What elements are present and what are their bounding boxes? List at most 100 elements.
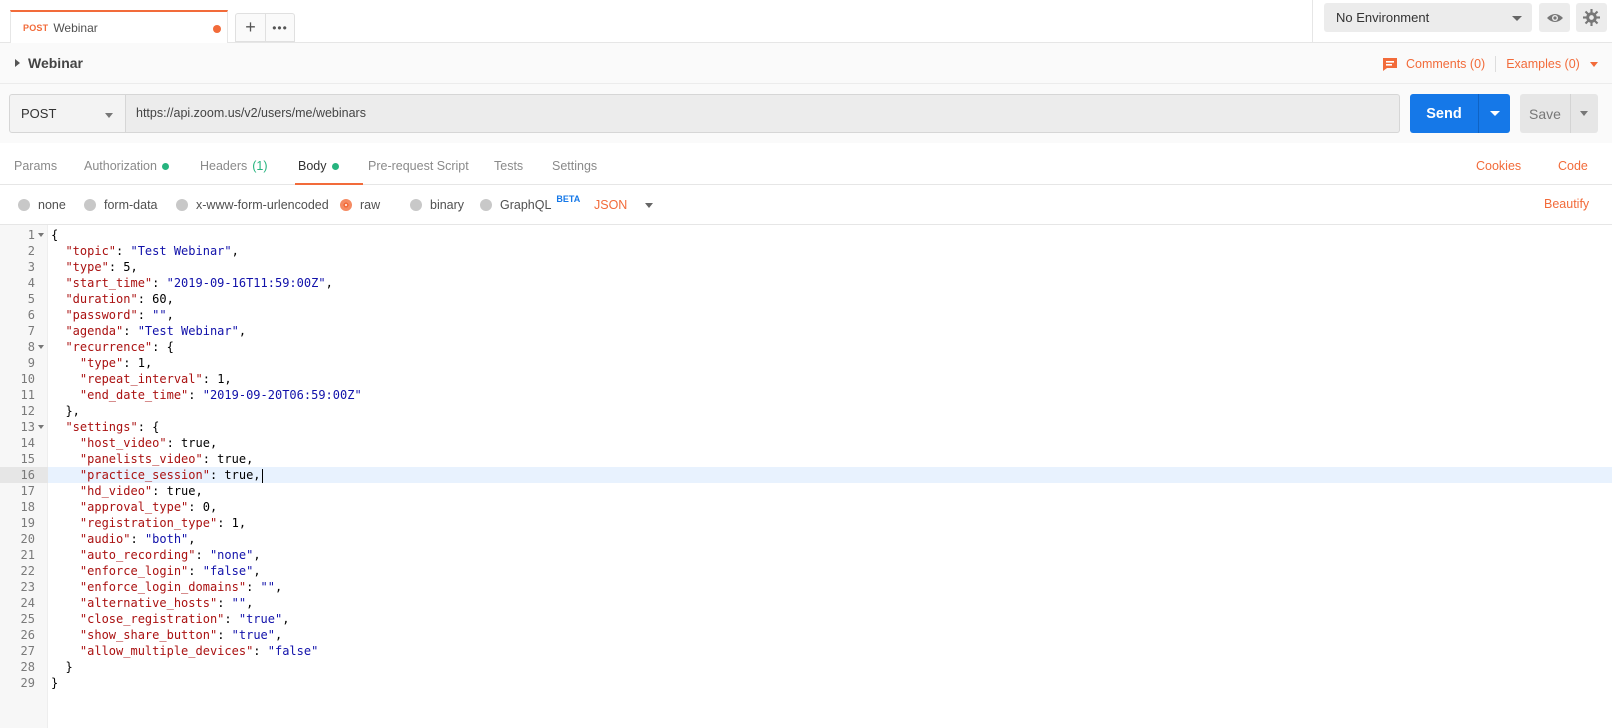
- code-line[interactable]: 2 "topic": "Test Webinar",: [0, 243, 1612, 259]
- code-token: ,: [275, 628, 283, 642]
- code-token: : {: [137, 420, 160, 434]
- code-line[interactable]: 20 "audio": "both",: [0, 531, 1612, 547]
- code-line[interactable]: 3 "type": 5,: [0, 259, 1612, 275]
- manage-environments-button[interactable]: [1576, 3, 1607, 32]
- code-text: "show_share_button": "true",: [51, 627, 282, 643]
- headers-count: (1): [252, 159, 268, 173]
- breadcrumb[interactable]: Webinar: [15, 55, 83, 71]
- code-line[interactable]: 17 "hd_video": true,: [0, 483, 1612, 499]
- line-number: 27: [20, 644, 35, 658]
- more-tabs-icon[interactable]: •••: [265, 14, 294, 41]
- unsaved-changes-dot: [213, 25, 221, 33]
- fold-toggle-icon[interactable]: [38, 425, 44, 429]
- comments-link[interactable]: Comments (0): [1406, 57, 1485, 71]
- code-token: :: [188, 388, 203, 402]
- environment-select[interactable]: No Environment: [1324, 3, 1532, 32]
- code-token: : {: [152, 340, 174, 354]
- code-text: "enforce_login_domains": "",: [51, 579, 282, 595]
- code-line[interactable]: 16 "practice_session": true,: [0, 467, 1612, 483]
- radio-raw[interactable]: raw: [340, 198, 380, 212]
- line-number: 1: [27, 228, 35, 242]
- line-number: 22: [20, 564, 35, 578]
- tab-body[interactable]: Body: [298, 159, 339, 173]
- cookies-link[interactable]: Cookies: [1476, 159, 1521, 173]
- line-number: 25: [20, 612, 35, 626]
- code-line[interactable]: 6 "password": "",: [0, 307, 1612, 323]
- radio-raw-label: raw: [360, 198, 381, 212]
- send-options-chevron-icon[interactable]: [1490, 111, 1500, 116]
- code-line[interactable]: 28 }: [0, 659, 1612, 675]
- code-line[interactable]: 4 "start_time": "2019-09-16T11:59:00Z",: [0, 275, 1612, 291]
- tab-params[interactable]: Params: [14, 159, 57, 173]
- code-line[interactable]: 25 "close_registration": "true",: [0, 611, 1612, 627]
- code-line[interactable]: 14 "host_video": true,: [0, 435, 1612, 451]
- environment-quick-look-button[interactable]: [1539, 3, 1570, 32]
- code-text: "close_registration": "true",: [51, 611, 290, 627]
- chevron-down-icon: [645, 202, 654, 208]
- tab-authorization[interactable]: Authorization: [84, 159, 169, 173]
- line-number: 19: [20, 516, 35, 530]
- code-line[interactable]: 26 "show_share_button": "true",: [0, 627, 1612, 643]
- radio-graphql[interactable]: GraphQL BETA: [480, 194, 580, 212]
- tab-authorization-label: Authorization: [84, 159, 157, 173]
- line-number: 18: [20, 500, 35, 514]
- line-number: 6: [27, 308, 35, 322]
- radio-urlencoded[interactable]: x-www-form-urlencoded: [176, 198, 329, 212]
- tab-headers[interactable]: Headers (1): [200, 159, 268, 173]
- code-token: "repeat_interval": [79, 372, 203, 386]
- tab-settings-label: Settings: [552, 159, 598, 173]
- beautify-link[interactable]: Beautify: [1544, 197, 1589, 211]
- url-input[interactable]: https://api.zoom.us/v2/users/me/webinars: [126, 94, 1400, 133]
- code-text: "hd_video": true,: [51, 483, 203, 499]
- tab-tests[interactable]: Tests: [494, 159, 523, 173]
- code-token: }: [51, 660, 73, 674]
- tab-pre-request-script[interactable]: Pre-request Script: [368, 159, 469, 173]
- http-method-select[interactable]: POST: [9, 94, 126, 133]
- raw-format-select[interactable]: JSON: [594, 198, 654, 212]
- examples-link[interactable]: Examples (0): [1506, 57, 1580, 71]
- code-line[interactable]: 8 "recurrence": {: [0, 339, 1612, 355]
- radio-form-data[interactable]: form-data: [84, 198, 158, 212]
- code-token: "both": [144, 532, 189, 546]
- line-number: 10: [20, 372, 35, 386]
- code-line[interactable]: 19 "registration_type": 1,: [0, 515, 1612, 531]
- code-line[interactable]: 13 "settings": {: [0, 419, 1612, 435]
- code-line[interactable]: 10 "repeat_interval": 1,: [0, 371, 1612, 387]
- code-line[interactable]: 11 "end_date_time": "2019-09-20T06:59:00…: [0, 387, 1612, 403]
- code-line[interactable]: 23 "enforce_login_domains": "",: [0, 579, 1612, 595]
- tab-bar: POST Webinar + ••• No Environment: [0, 0, 1612, 43]
- new-tab-icon[interactable]: +: [236, 14, 265, 41]
- request-tab-webinar[interactable]: POST Webinar: [10, 10, 228, 43]
- code-line[interactable]: 5 "duration": 60,: [0, 291, 1612, 307]
- code-token: :: [217, 516, 232, 530]
- radio-none[interactable]: none: [18, 198, 66, 212]
- code-line[interactable]: 18 "approval_type": 0,: [0, 499, 1612, 515]
- save-button[interactable]: Save: [1520, 94, 1598, 133]
- code-line[interactable]: 27 "allow_multiple_devices": "false": [0, 643, 1612, 659]
- code-line[interactable]: 21 "auto_recording": "none",: [0, 547, 1612, 563]
- code-line[interactable]: 7 "agenda": "Test Webinar",: [0, 323, 1612, 339]
- code-line[interactable]: 24 "alternative_hosts": "",: [0, 595, 1612, 611]
- tab-settings[interactable]: Settings: [552, 159, 597, 173]
- code-token: }: [51, 676, 59, 690]
- code-token: :: [108, 260, 124, 274]
- code-line[interactable]: 12 },: [0, 403, 1612, 419]
- fold-toggle-icon[interactable]: [38, 345, 44, 349]
- code-line[interactable]: 1{: [0, 227, 1612, 243]
- fold-toggle-icon[interactable]: [38, 233, 44, 237]
- save-options-chevron-icon[interactable]: [1580, 111, 1588, 116]
- code-link[interactable]: Code: [1558, 159, 1588, 173]
- radio-binary[interactable]: binary: [410, 198, 464, 212]
- send-button[interactable]: Send: [1410, 94, 1510, 133]
- code-line[interactable]: 9 "type": 1,: [0, 355, 1612, 371]
- comment-icon: [1383, 57, 1397, 71]
- code-line[interactable]: 29}: [0, 675, 1612, 691]
- chevron-down-icon[interactable]: [1589, 61, 1598, 67]
- chevron-down-icon: [105, 113, 113, 118]
- code-line[interactable]: 15 "panelists_video": true,: [0, 451, 1612, 467]
- code-editor[interactable]: 1{2 "topic": "Test Webinar", 3 "type": 5,…: [0, 224, 1612, 728]
- line-number: 17: [20, 484, 35, 498]
- code-line[interactable]: 22 "enforce_login": "false",: [0, 563, 1612, 579]
